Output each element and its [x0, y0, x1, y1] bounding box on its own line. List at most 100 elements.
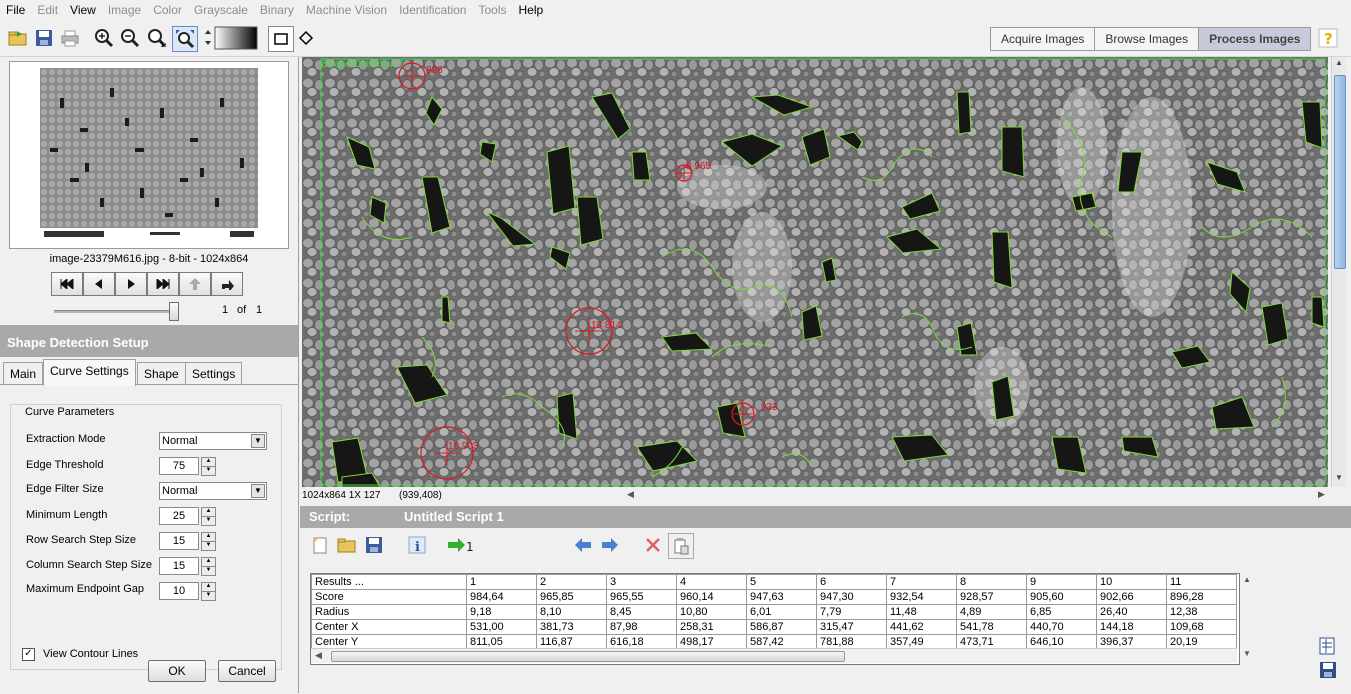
tab-shape[interactable]: Shape [137, 362, 186, 385]
results-header-cell[interactable]: 9 [1026, 574, 1097, 590]
image-slider-thumb[interactable] [169, 302, 179, 321]
image-slider-track[interactable] [54, 310, 176, 313]
ok-button[interactable]: OK [148, 660, 206, 682]
chevron-down-icon[interactable]: ▼ [251, 434, 265, 448]
tab-acquire-images[interactable]: Acquire Images [991, 28, 1096, 50]
tab-settings[interactable]: Settings [185, 362, 243, 385]
minimum-length-stepper[interactable]: 25 ▲ ▼ [159, 507, 216, 526]
scroll-up-icon[interactable]: ▲ [1333, 58, 1345, 70]
row-search-step-stepper[interactable]: 15 ▲ ▼ [159, 532, 216, 551]
results-header-cell[interactable]: 3 [606, 574, 677, 590]
results-header-cell[interactable]: 11 [1166, 574, 1237, 590]
results-header-cell[interactable]: Results ... [311, 574, 467, 590]
thumbnail-image[interactable] [40, 68, 258, 240]
results-header-cell[interactable]: 1 [466, 574, 537, 590]
menu-help[interactable]: Help [513, 3, 550, 17]
new-script-icon[interactable] [308, 533, 332, 557]
chevron-down-icon[interactable]: ▼ [251, 484, 265, 498]
menu-view[interactable]: View [64, 3, 102, 17]
table-cell: 7,79 [816, 604, 887, 620]
edge-threshold-value[interactable]: 75 [159, 457, 199, 475]
scroll-right-icon[interactable]: ▶ [1318, 489, 1325, 500]
decrement-icon[interactable]: ▼ [201, 516, 216, 526]
menu-color[interactable]: Color [147, 3, 188, 17]
last-image-button[interactable] [147, 272, 179, 296]
scroll-down-icon[interactable]: ▼ [1243, 649, 1251, 658]
image-vertical-scrollbar[interactable]: ▲ ▼ [1331, 57, 1346, 487]
scroll-thumb[interactable] [331, 651, 845, 662]
save-script-icon[interactable] [362, 533, 386, 557]
previous-image-button[interactable] [83, 272, 115, 296]
print-icon[interactable] [58, 26, 82, 50]
column-search-step-stepper[interactable]: 15 ▲ ▼ [159, 557, 216, 576]
menu-grayscale[interactable]: Grayscale [188, 3, 254, 17]
run-once-icon[interactable]: 1 [446, 533, 476, 557]
export-results-icon[interactable] [1318, 636, 1338, 656]
arrow-right-icon[interactable] [598, 533, 622, 557]
edge-filter-size-select[interactable]: Normal ▼ [159, 482, 267, 500]
table-cell: 11,48 [886, 604, 957, 620]
scroll-down-icon[interactable]: ▼ [1333, 473, 1345, 485]
results-header-cell[interactable]: 2 [536, 574, 607, 590]
view-contour-checkbox[interactable]: ✓ [22, 648, 35, 661]
delete-step-icon[interactable] [641, 533, 665, 557]
table-cell: 315,47 [816, 619, 887, 635]
tab-curve-settings[interactable]: Curve Settings [43, 359, 136, 386]
zoom-actual-size-icon[interactable]: 1:1 [145, 26, 169, 50]
results-header-cell[interactable]: 8 [956, 574, 1027, 590]
extraction-mode-select[interactable]: Normal ▼ [159, 432, 267, 450]
decrement-icon[interactable]: ▼ [201, 466, 216, 476]
open-script-icon[interactable] [335, 533, 359, 557]
scroll-thumb[interactable] [1334, 75, 1346, 269]
results-header-cell[interactable]: 5 [746, 574, 817, 590]
menu-edit[interactable]: Edit [31, 3, 64, 17]
rectangle-roi-icon[interactable] [268, 26, 294, 52]
decrement-icon[interactable]: ▼ [201, 566, 216, 576]
image-of-label: of [237, 304, 247, 316]
menu-binary[interactable]: Binary [254, 3, 300, 17]
menu-image[interactable]: Image [102, 3, 147, 17]
zoom-fit-icon[interactable] [172, 26, 198, 52]
results-header-cell[interactable]: 4 [676, 574, 747, 590]
lookup-table-icon[interactable] [203, 26, 259, 50]
save-results-icon[interactable] [1318, 660, 1338, 680]
redo-icon[interactable] [211, 272, 243, 296]
results-horizontal-scrollbar[interactable]: ◀ [311, 648, 1237, 663]
menu-file[interactable]: File [0, 3, 31, 17]
menu-tools[interactable]: Tools [472, 3, 512, 17]
max-endpoint-gap-stepper[interactable]: 10 ▲ ▼ [159, 582, 216, 601]
decrement-icon[interactable]: ▼ [201, 591, 216, 601]
zoom-in-icon[interactable] [92, 26, 116, 50]
minimum-length-value[interactable]: 25 [159, 507, 199, 525]
image-viewer[interactable]: Shape Detection 1 896 8 965 18 814 933 1… [302, 57, 1328, 487]
edge-threshold-stepper[interactable]: 75 ▲ ▼ [159, 457, 216, 476]
step-properties-icon[interactable] [668, 533, 694, 559]
decrement-icon[interactable]: ▼ [201, 541, 216, 551]
scroll-up-icon[interactable]: ▲ [1243, 575, 1251, 584]
max-endpoint-gap-value[interactable]: 10 [159, 582, 199, 600]
row-search-step-value[interactable]: 15 [159, 532, 199, 550]
save-icon[interactable] [32, 26, 56, 50]
open-folder-icon[interactable] [6, 26, 30, 50]
zoom-out-icon[interactable] [118, 26, 142, 50]
tab-browse-images[interactable]: Browse Images [1095, 28, 1200, 50]
cancel-button[interactable]: Cancel [218, 660, 276, 682]
first-image-button[interactable] [51, 272, 83, 296]
rotated-rectangle-roi-icon[interactable] [294, 26, 318, 50]
results-header-cell[interactable]: 10 [1096, 574, 1167, 590]
scroll-left-icon[interactable]: ◀ [315, 650, 322, 661]
help-icon[interactable]: ? [1316, 26, 1340, 50]
results-header-cell[interactable]: 7 [886, 574, 957, 590]
move-up-icon[interactable] [179, 272, 211, 296]
tab-process-images[interactable]: Process Images [1199, 28, 1311, 50]
next-image-button[interactable] [115, 272, 147, 296]
info-icon[interactable]: i [405, 533, 429, 557]
column-search-step-value[interactable]: 15 [159, 557, 199, 575]
results-vertical-scrollbar[interactable]: ▲ ▼ [1240, 573, 1254, 663]
tab-main[interactable]: Main [3, 362, 44, 385]
arrow-left-icon[interactable] [571, 533, 595, 557]
menu-identification[interactable]: Identification [393, 3, 472, 17]
results-header-cell[interactable]: 6 [816, 574, 887, 590]
menu-machine-vision[interactable]: Machine Vision [300, 3, 393, 17]
scroll-left-icon[interactable]: ◀ [627, 489, 634, 500]
